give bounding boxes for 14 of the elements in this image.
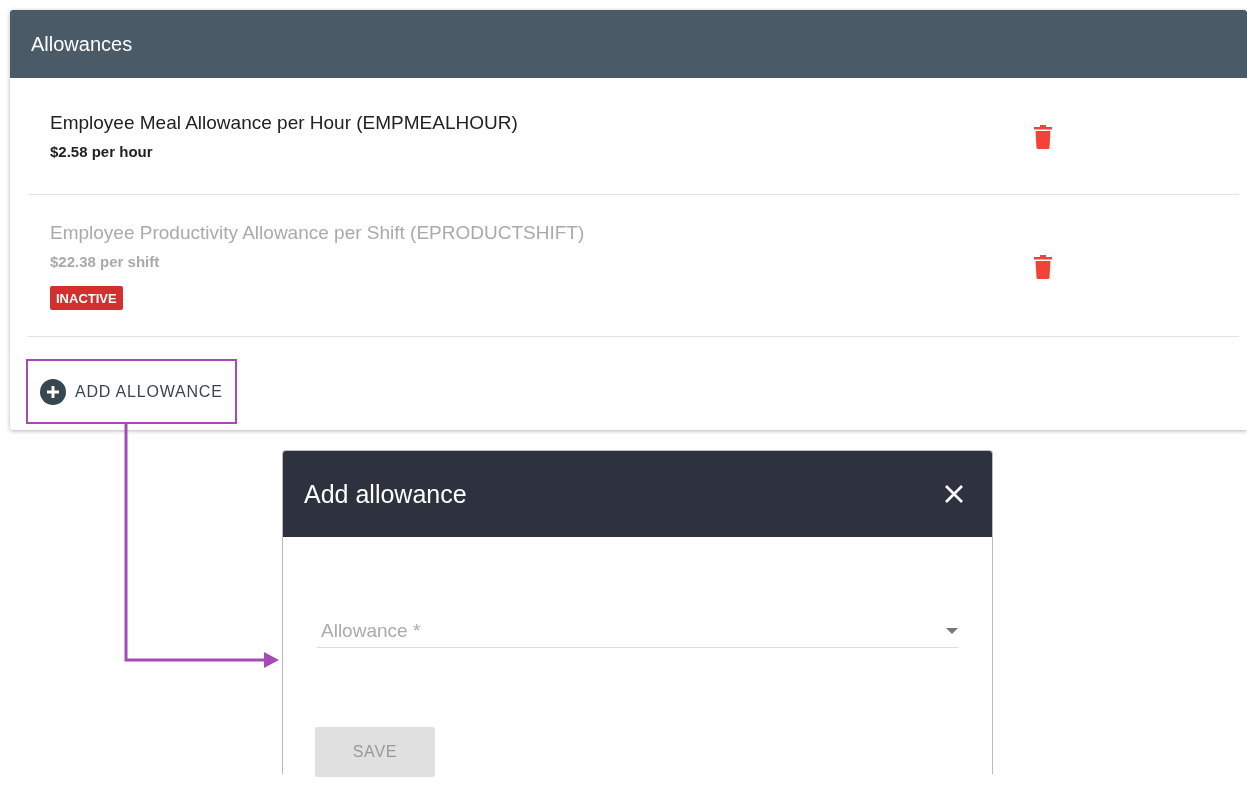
trash-icon[interactable]: [1033, 252, 1053, 279]
allowance-dropdown[interactable]: Allowance *: [317, 615, 958, 648]
panel-title: Allowances: [10, 10, 1247, 78]
status-badge: INACTIVE: [50, 285, 123, 310]
add-allowance-button[interactable]: ADD ALLOWANCE: [26, 359, 237, 424]
close-icon[interactable]: [944, 484, 964, 504]
dropdown-caret-icon: [946, 628, 958, 634]
allowance-name: Employee Productivity Allowance per Shift (EPRODUCTSHIFT): [50, 221, 585, 244]
allowance-name: Employee Meal Allowance per Hour (EMPMEALHOUR): [50, 112, 518, 134]
plus-circle-icon: [40, 379, 66, 405]
allowance-rate: $2.58 per hour: [50, 143, 153, 160]
allowance-rate: $22.38 per shift: [50, 252, 160, 270]
trash-icon[interactable]: [1033, 123, 1053, 149]
dialog-title: Add allowance: [304, 479, 467, 509]
